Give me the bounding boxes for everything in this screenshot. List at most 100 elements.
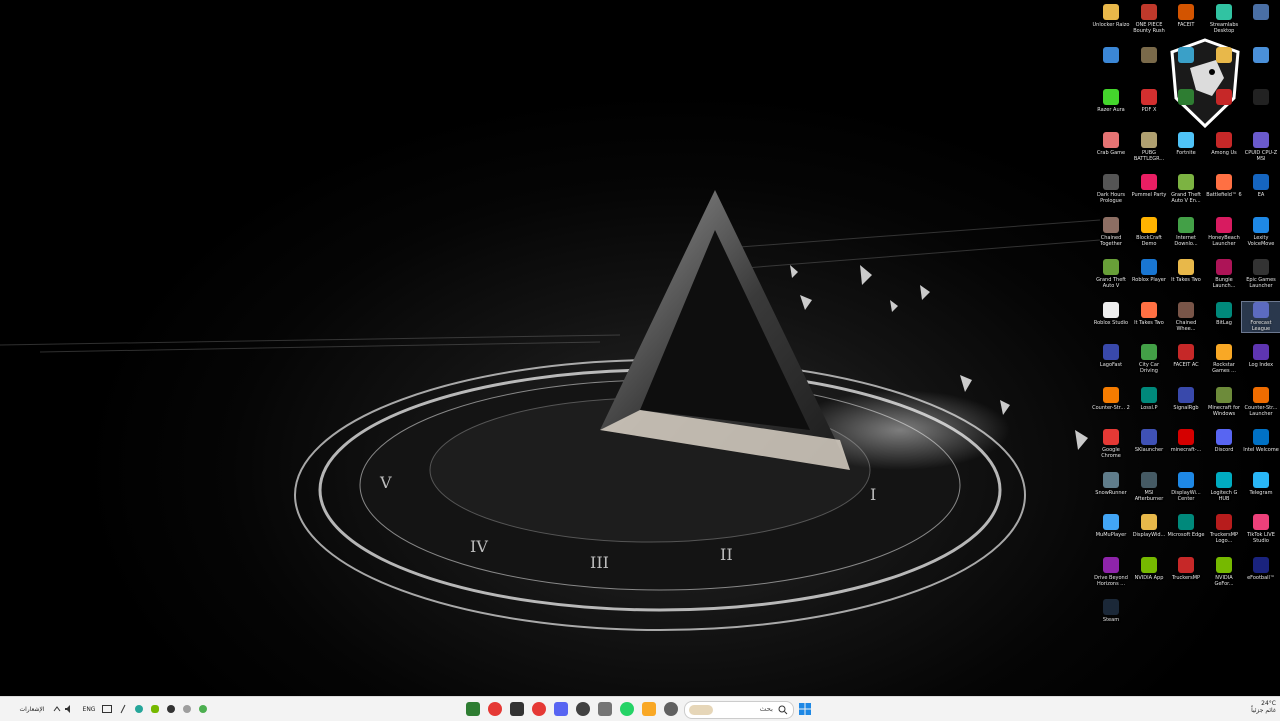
desktop-icon[interactable]: MSI Afterburner [1130, 471, 1168, 502]
desktop-icon[interactable]: FACEIT [1167, 4, 1205, 28]
desktop-icon-label: DisplayWid... [1132, 532, 1166, 538]
taskbar-chrome-2-button[interactable] [532, 702, 546, 716]
desktop-icon[interactable] [1242, 46, 1280, 65]
tray-app-icon[interactable] [198, 702, 208, 716]
desktop-icon[interactable] [1167, 89, 1205, 107]
tray-app-icon[interactable] [134, 702, 144, 716]
desktop-icon[interactable]: MuMuPlayer [1092, 514, 1130, 538]
app-icon [576, 702, 590, 716]
taskbar-chrome-button[interactable] [488, 702, 502, 716]
desktop-icon[interactable]: CPUID CPU-Z MSI [1242, 131, 1280, 162]
keyboard-icon[interactable] [102, 702, 112, 716]
desktop-icon[interactable]: Discord [1205, 429, 1243, 453]
desktop-icon[interactable]: Rockstar Games ... [1205, 344, 1243, 374]
desktop-icon[interactable]: eFootball™ [1242, 556, 1280, 581]
taskbar-discord-button[interactable] [554, 702, 568, 716]
desktop-icon[interactable]: Pummel Party [1130, 174, 1168, 198]
desktop-icon[interactable] [1242, 4, 1280, 22]
svg-text:V: V [379, 473, 392, 492]
pen-icon[interactable] [118, 702, 128, 716]
nvidia-tray-icon[interactable] [150, 702, 160, 716]
language-indicator[interactable]: ENG [80, 702, 98, 716]
volume-icon[interactable] [64, 702, 74, 716]
desktop-icon[interactable] [1205, 46, 1243, 65]
desktop-icon[interactable]: Logitech G HUB [1205, 471, 1243, 502]
desktop-icon[interactable]: Steam [1092, 599, 1130, 623]
taskbar-whatsapp-button[interactable] [620, 702, 634, 716]
desktop-icon[interactable] [1205, 89, 1243, 107]
desktop-icon[interactable]: Dark Hours Prologue [1092, 174, 1130, 204]
tray-app-icon[interactable] [166, 702, 176, 716]
taskbar-settings-button[interactable] [598, 702, 612, 716]
desktop-icon[interactable]: Epic Games Launcher [1242, 259, 1280, 289]
desktop-icon[interactable]: TikTok LIVE Studio [1242, 514, 1280, 544]
desktop-icon[interactable]: TruckersMP [1167, 556, 1205, 581]
desktop-icon[interactable]: Lexity VoiceMove [1242, 216, 1280, 247]
desktop-icon[interactable]: Grand Theft Auto V [1092, 259, 1130, 289]
search-input[interactable]: بحث [684, 701, 794, 719]
desktop-icon[interactable]: EA [1242, 174, 1280, 198]
weather-widget[interactable]: 24°C غائم جزئياً [1226, 700, 1276, 718]
desktop-icon[interactable]: Streamlabs Desktop [1205, 4, 1243, 34]
desktop-icon[interactable]: Bungie Launch... [1205, 259, 1243, 289]
desktop-icon[interactable]: Lossl.P [1130, 386, 1168, 411]
desktop-icon[interactable] [1167, 46, 1205, 65]
taskbar-files-app-button[interactable] [466, 702, 480, 716]
desktop-icon[interactable]: Fortnite [1167, 131, 1205, 156]
desktop-icon[interactable]: Roblox Studio [1092, 301, 1130, 326]
desktop-icon[interactable]: NVIDIA App [1130, 556, 1168, 581]
desktop-icon[interactable]: Minecraft for Windows [1205, 386, 1243, 417]
desktop-icon[interactable]: SnowRunner [1092, 471, 1130, 496]
desktop-icon[interactable]: LagoFast [1092, 344, 1130, 368]
desktop-icon[interactable]: Chained Together [1092, 216, 1130, 247]
desktop-icon[interactable]: Google Chrome [1092, 429, 1130, 459]
desktop-icon[interactable]: BitLag [1205, 301, 1243, 326]
desktop-icon[interactable]: Roblox Player [1130, 259, 1168, 283]
desktop-icon[interactable] [1242, 89, 1280, 107]
tray-app-icon[interactable] [182, 702, 192, 716]
desktop-icon[interactable]: Crab Game [1092, 131, 1130, 156]
desktop-icon[interactable]: Forecast League [1241, 300, 1280, 333]
desktop-icon[interactable]: Grand Theft Auto V En... [1167, 174, 1205, 204]
desktop-icon[interactable]: Log Index [1242, 344, 1280, 368]
desktop-icon[interactable]: ONE PIECE Bounty Rush [1130, 4, 1168, 34]
desktop-icon[interactable]: Chained Whee... [1167, 301, 1205, 332]
desktop-icon[interactable]: PDF X [1130, 89, 1168, 113]
desktop-icon[interactable]: BlockCraft Demo [1130, 216, 1168, 247]
desktop-icon[interactable] [1092, 46, 1130, 65]
desktop-icon[interactable]: NVIDIA GeFor... [1205, 556, 1243, 587]
desktop-icon[interactable]: Among Us [1205, 131, 1243, 156]
desktop-icon[interactable]: Counter-Str... 2 [1092, 386, 1130, 411]
desktop-icon[interactable]: FACEIT AC [1167, 344, 1205, 368]
desktop-icon[interactable]: Razer Aura [1092, 89, 1130, 113]
desktop-icon[interactable]: It Takes Two [1167, 259, 1205, 283]
taskbar-file-explorer-button[interactable] [642, 702, 656, 716]
desktop-icon-label: Lexity VoiceMove [1247, 234, 1275, 247]
desktop-icon[interactable]: Unlocker Raizo [1092, 4, 1130, 28]
desktop-icon[interactable]: minecraft-... [1167, 429, 1205, 453]
chevron-up-icon[interactable] [52, 702, 62, 716]
desktop-icon[interactable]: SKlauncher [1130, 429, 1168, 453]
desktop-icon[interactable]: PUBG BATTLEGR... [1130, 131, 1168, 162]
desktop-icon[interactable]: City Car Driving [1130, 344, 1168, 374]
desktop-icon[interactable]: Telegram [1242, 471, 1280, 496]
desktop-icon[interactable] [1130, 46, 1168, 65]
desktop-icon[interactable]: SignalRgb [1167, 386, 1205, 411]
desktop-icon[interactable]: Internet Downlo... [1167, 216, 1205, 247]
notification-text[interactable]: الإشعارات [14, 702, 50, 716]
desktop[interactable]: III II IV I V Unlocker Raizo ONE PIECE Bo… [0, 0, 1280, 696]
desktop-icon[interactable]: It Takes Two [1130, 301, 1168, 326]
taskbar-app-button[interactable] [576, 702, 590, 716]
desktop-icon[interactable]: HoneyBeach Launcher [1205, 216, 1243, 247]
desktop-icon[interactable]: DisplayWi... Center [1167, 471, 1205, 502]
start-button[interactable] [798, 702, 812, 716]
desktop-icon[interactable]: DisplayWid... [1130, 514, 1168, 538]
desktop-icon[interactable]: Counter-Str... Launcher [1242, 386, 1280, 417]
desktop-icon[interactable]: Battlefield™ 6 [1205, 174, 1243, 198]
desktop-icon[interactable]: Microsoft Edge [1167, 514, 1205, 538]
desktop-icon[interactable]: TruckersMP Logo... [1205, 514, 1243, 544]
desktop-icon[interactable]: Intel Welcome [1242, 429, 1280, 453]
taskbar-task-view-button[interactable] [664, 702, 678, 716]
taskbar-obs-button[interactable] [510, 702, 524, 716]
desktop-icon[interactable]: Drive Beyond Horizons ... [1092, 556, 1130, 587]
